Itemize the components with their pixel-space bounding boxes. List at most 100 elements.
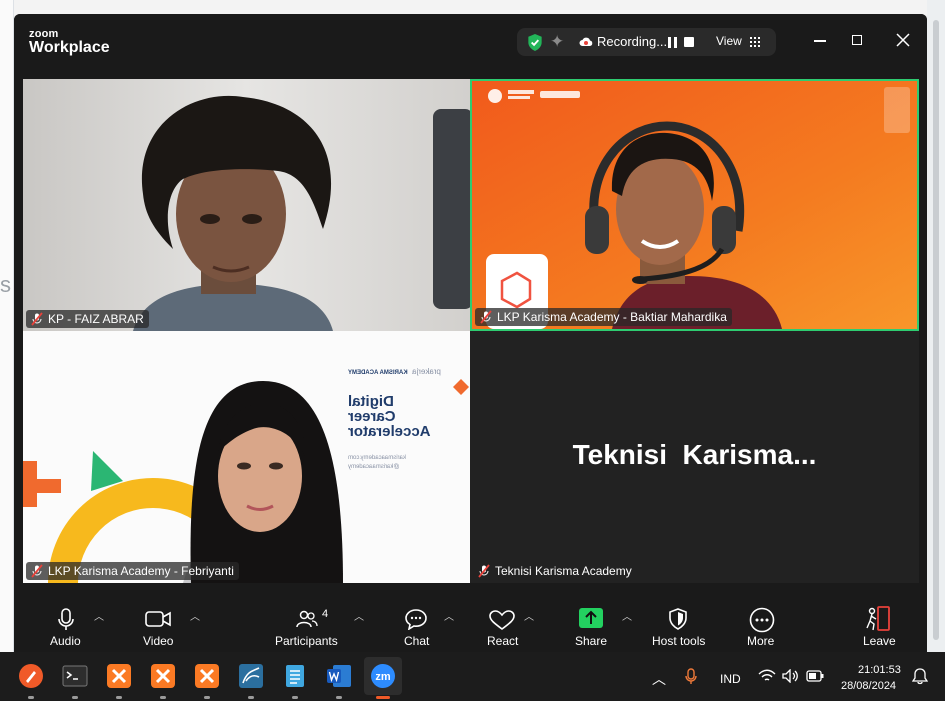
share-button[interactable]: Share [570,602,614,648]
database-workbench-icon [239,664,263,688]
taskbar-app-notepad[interactable] [282,663,308,689]
video-tile-baktiar[interactable]: LKP Karisma Academy - Baktiar Mahardika [470,79,919,331]
taskbar-running-indicator [160,696,166,699]
slide-content: prakerja KARISMA ACADEMY Digital Career … [348,367,458,507]
participant-display-name: Teknisi Karisma... [572,439,817,470]
muted-mic-icon [31,564,43,578]
muted-mic-icon [31,312,43,326]
participant-name-tag: Teknisi Karisma Academy [473,562,637,580]
more-button[interactable]: More [742,602,782,648]
participant-name-teknisi: Teknisi Karisma Academy [495,564,632,578]
taskbar-running-indicator [292,696,298,699]
volume-icon[interactable] [782,669,800,683]
react-label: React [487,634,519,648]
zoom-app-icon: zm [371,664,395,688]
background-scrollbar[interactable] [933,20,939,640]
heart-react-icon [489,610,515,630]
pause-recording-button[interactable] [668,37,678,48]
xampp-icon [151,664,175,688]
participants-icon [296,610,318,628]
video-tile-faiz[interactable]: KP - FAIZ ABRAR [23,79,470,331]
taskbar-running-indicator [28,696,34,699]
background-window-edge: s [0,0,14,652]
microphone-icon [58,608,74,630]
clock-time[interactable]: 21:01:53 [858,664,901,676]
taskbar-running-indicator [72,696,78,699]
participants-options-chevron-icon[interactable]: ︿ [354,608,364,623]
taskbar-running-indicator [116,696,122,699]
participants-label: Participants [275,634,338,648]
video-button[interactable]: Video [134,602,184,648]
react-button[interactable]: React [481,602,525,648]
clock-date[interactable]: 28/08/2024 [841,680,896,692]
audio-button[interactable]: Audio [44,602,94,648]
taskbar-app-xampp-3[interactable] [194,663,220,689]
workplace-logo-text: Workplace [29,39,110,56]
taskbar-app-xampp-2[interactable] [150,663,176,689]
view-button[interactable]: View [716,34,742,48]
chat-options-chevron-icon[interactable]: ︿ [444,608,454,623]
video-tile-teknisi[interactable]: Teknisi Karisma... Teknisi Karisma Acade… [470,331,919,583]
participant-name-tag: LKP Karisma Academy - Baktiar Mahardika [475,308,732,326]
participants-button[interactable]: 4 Participants [269,602,349,648]
chat-button[interactable]: Chat [395,602,439,648]
xampp-icon [107,664,131,688]
wifi-icon[interactable] [758,669,776,683]
video-options-chevron-icon[interactable]: ︿ [190,608,200,623]
microphone-in-use-icon[interactable] [684,668,698,686]
leave-door-icon [866,606,890,631]
taskbar-running-indicator [336,696,342,699]
windows-taskbar: zm ︿ IND 21:01:53 28/08/2024 [0,652,945,701]
taskbar-app-xampp-1[interactable] [106,663,132,689]
title-bar: zoom Workplace ✦ Recording... View [14,14,927,66]
xampp-icon [195,664,219,688]
notification-bell-icon[interactable] [912,667,928,685]
svg-text:zm: zm [375,671,391,683]
background-window-right-edge [927,0,945,652]
host-tools-button[interactable]: Host tools [648,602,710,648]
meeting-controls-toolbar: Audio ︿ Video ︿ 4 Participants ︿ Chat ︿ … [14,598,927,652]
chat-icon [405,609,427,630]
stop-recording-button[interactable] [684,37,694,47]
taskbar-active-indicator [376,696,390,699]
input-language-indicator[interactable]: IND [720,672,741,686]
recording-label: Recording... [597,34,668,49]
minimize-button[interactable] [808,28,832,52]
participant-name-baktiar: LKP Karisma Academy - Baktiar Mahardika [497,310,727,324]
close-icon [896,33,910,47]
battery-icon[interactable] [806,670,824,682]
participant-video-faiz [23,79,470,331]
ai-companion-icon[interactable]: ✦ [550,32,564,52]
encryption-shield-icon[interactable] [526,33,544,52]
muted-mic-icon [480,310,492,324]
chat-label: Chat [404,634,430,648]
taskbar-app-word[interactable] [326,663,352,689]
participant-name-tag: LKP Karisma Academy - Febriyanti [26,562,239,580]
maximize-button[interactable] [845,28,869,52]
share-options-chevron-icon[interactable]: ︿ [622,608,632,623]
video-tile-febriyanti[interactable]: prakerja KARISMA ACADEMY Digital Career … [23,331,470,583]
recording-status-pill: ✦ Recording... View [517,28,776,56]
taskbar-app-pen[interactable] [18,663,44,689]
share-screen-icon [579,608,603,628]
slide-headline: Digital Career Accelerator [348,393,431,440]
close-button[interactable] [891,28,915,52]
react-options-chevron-icon[interactable]: ︿ [524,608,534,623]
more-options-icon [749,607,775,633]
slide-website: karismaacademy.com [348,455,406,461]
zoom-meeting-window: zoom Workplace ✦ Recording... View KP - … [14,14,927,652]
participant-name-febriyanti: LKP Karisma Academy - Febriyanti [48,564,234,578]
taskbar-app-terminal[interactable] [62,663,88,689]
participant-name-tag: KP - FAIZ ABRAR [26,310,149,328]
gallery-view-icon[interactable] [750,37,760,47]
taskbar-app-workbench[interactable] [238,663,264,689]
taskbar-app-zoom[interactable]: zm [370,663,396,689]
more-label: More [747,634,775,648]
participants-count: 4 [322,608,329,620]
show-hidden-icons-chevron-icon[interactable]: ︿ [652,669,666,689]
audio-options-chevron-icon[interactable]: ︿ [94,608,104,623]
leave-button[interactable]: Leave [858,602,898,648]
terminal-icon [62,665,88,687]
taskbar-running-indicator [248,696,254,699]
word-icon [327,665,351,687]
